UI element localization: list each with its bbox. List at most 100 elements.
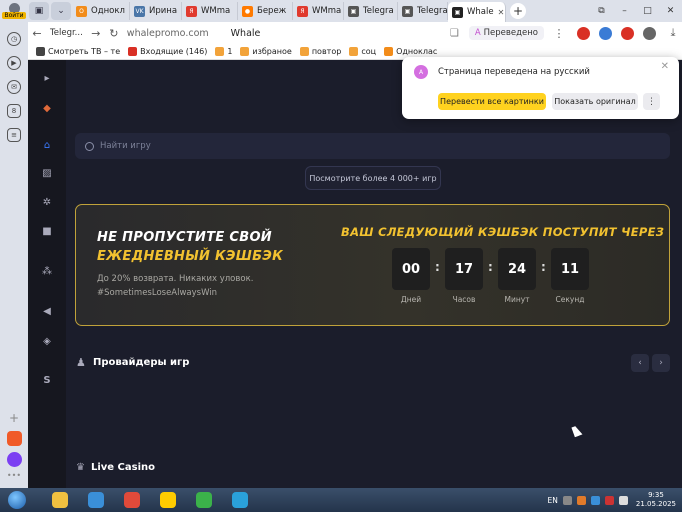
timer-minutes-label: Минут: [504, 295, 530, 304]
live-casino-section-header: ♛ Live Casino: [76, 462, 155, 473]
extension-icon[interactable]: [577, 26, 590, 40]
new-tab-button[interactable]: +: [510, 3, 526, 19]
community-icon[interactable]: ⁂: [41, 266, 53, 278]
flag-icon[interactable]: [604, 495, 614, 505]
maximize-icon[interactable]: □: [636, 6, 659, 16]
browser-tab[interactable]: Я WMma: [182, 2, 238, 20]
copy-icon[interactable]: ⧉: [590, 6, 613, 16]
collapse-rail-icon[interactable]: ▸: [41, 73, 53, 85]
network-icon[interactable]: [590, 495, 600, 505]
tab-label: Береж: [257, 6, 287, 16]
play-icon[interactable]: ▶: [7, 56, 21, 70]
window-controls: ⧉ – □ ✕: [590, 6, 682, 16]
profile-button[interactable]: Войти: [0, 0, 28, 22]
translate-popup: A Страница переведена на русский ✕ Перев…: [402, 57, 679, 119]
tab-favicon-icon: ▣: [348, 5, 359, 17]
app-icon: [196, 492, 212, 508]
bookmark-item[interactable]: повтор: [299, 47, 342, 56]
bookmark-item[interactable]: Входящие (146): [128, 47, 207, 56]
taskbar-app[interactable]: [189, 489, 219, 511]
alice-icon[interactable]: [6, 452, 22, 467]
reload-icon[interactable]: ↻: [105, 27, 123, 40]
taskbar-app[interactable]: [45, 489, 75, 511]
browser-tab[interactable]: Я WMma: [293, 2, 344, 20]
extension-icon[interactable]: [621, 26, 634, 40]
bookmark-icon[interactable]: ❏: [450, 28, 459, 39]
clock[interactable]: 9:35 21.05.2025: [636, 491, 676, 509]
tab-label: Whale: [467, 7, 494, 17]
start-button[interactable]: [3, 489, 31, 511]
bookmark-label: повтор: [311, 47, 342, 56]
forward-icon[interactable]: →: [87, 27, 105, 40]
address-bar: ← Telegr... → ↻ whalepromo.com Whale ❏ A…: [28, 22, 682, 44]
casino-icon[interactable]: ▨: [41, 168, 53, 180]
more-options-icon[interactable]: ⋮: [643, 93, 660, 110]
translate-all-images-button[interactable]: Перевести все картинки: [438, 93, 546, 110]
shield-icon[interactable]: ◈: [41, 336, 53, 348]
joystick-icon: ♟: [76, 356, 86, 369]
bookmark-item[interactable]: 1: [215, 47, 232, 56]
notes-icon[interactable]: ≡: [7, 128, 21, 142]
tray-arrow-icon[interactable]: [562, 495, 572, 505]
cashback-hashtag: #SometimesLoseAlwaysWin: [97, 288, 218, 298]
taskbar-app[interactable]: [225, 489, 255, 511]
bookmark-item[interactable]: соц: [349, 47, 376, 56]
timer-seconds-label: Секунд: [555, 295, 585, 304]
language-indicator[interactable]: EN: [548, 496, 558, 505]
volume-icon[interactable]: [618, 495, 628, 505]
megaphone-icon[interactable]: ◀: [41, 306, 53, 318]
download-icon[interactable]: ⤓: [664, 26, 682, 40]
taskbar-app[interactable]: [81, 489, 111, 511]
more-icon[interactable]: •••: [0, 471, 28, 480]
bookmark-label: Входящие (146): [140, 47, 208, 56]
browser-tab[interactable]: ▣ Whale ✕: [448, 2, 506, 22]
sport-icon[interactable]: S: [41, 375, 53, 387]
close-icon[interactable]: ✕: [659, 6, 682, 16]
dice-icon[interactable]: ✲: [41, 197, 53, 209]
taskbar-app[interactable]: [117, 489, 147, 511]
minimize-icon[interactable]: –: [613, 6, 636, 16]
translated-indicator[interactable]: A Переведено: [468, 26, 544, 40]
show-original-button[interactable]: Показать оригинал: [552, 93, 638, 110]
providers-next-button[interactable]: ›: [652, 354, 670, 372]
previous-tab-label[interactable]: Telegr...: [50, 28, 83, 38]
browser-tab[interactable]: VK Ирина: [130, 2, 182, 20]
add-panel-icon[interactable]: +: [0, 411, 28, 425]
bookmark-item[interactable]: Смотреть ТВ – те: [36, 47, 120, 56]
home-icon[interactable]: ⌂: [41, 140, 53, 152]
menu-dots-icon[interactable]: ⋮: [550, 27, 568, 40]
search-input[interactable]: Найти игру: [75, 133, 670, 159]
tray-app-icon[interactable]: [576, 495, 586, 505]
bookmark-favicon-icon: [349, 47, 359, 56]
extension-icon[interactable]: [643, 26, 656, 40]
mail-icon[interactable]: ✉: [7, 80, 21, 94]
cube-icon[interactable]: ■: [41, 226, 53, 238]
providers-prev-button[interactable]: ‹: [631, 354, 649, 372]
app-icon: [88, 492, 104, 508]
browser-tab[interactable]: О Однокл: [72, 2, 130, 20]
tabs-panel-icon[interactable]: ▣: [29, 2, 49, 20]
browser-tab[interactable]: ▣ Telegra: [344, 2, 398, 20]
more-games-button[interactable]: Посмотрите более 4 000+ игр: [305, 166, 441, 190]
mail-app-icon[interactable]: [6, 431, 22, 446]
browser-tab[interactable]: ● Береж: [238, 2, 293, 20]
promo-icon[interactable]: ◆: [41, 103, 53, 115]
app-icon: [124, 492, 140, 508]
chevron-down-icon[interactable]: ⌄: [51, 2, 71, 20]
close-tab-icon[interactable]: ✕: [498, 8, 505, 17]
translate-icon: A: [474, 28, 481, 38]
bookmark-favicon-icon: [240, 47, 250, 56]
extension-icon[interactable]: [599, 26, 612, 40]
bookmark-item[interactable]: избраное: [240, 47, 292, 56]
back-icon[interactable]: ←: [28, 27, 46, 40]
tab-favicon-icon: ▣: [402, 5, 413, 17]
yandex-icon[interactable]: 8: [7, 104, 21, 118]
taskbar-app[interactable]: [153, 489, 183, 511]
tab-favicon-icon: ●: [242, 5, 253, 17]
timer-seconds: 11: [551, 248, 589, 290]
browser-tab[interactable]: ▣ Telegra: [398, 2, 448, 20]
bookmark-item[interactable]: Одноклас: [384, 47, 437, 56]
history-icon[interactable]: ◷: [7, 32, 21, 46]
url-field[interactable]: whalepromo.com: [127, 28, 209, 39]
close-icon[interactable]: ✕: [661, 61, 669, 72]
